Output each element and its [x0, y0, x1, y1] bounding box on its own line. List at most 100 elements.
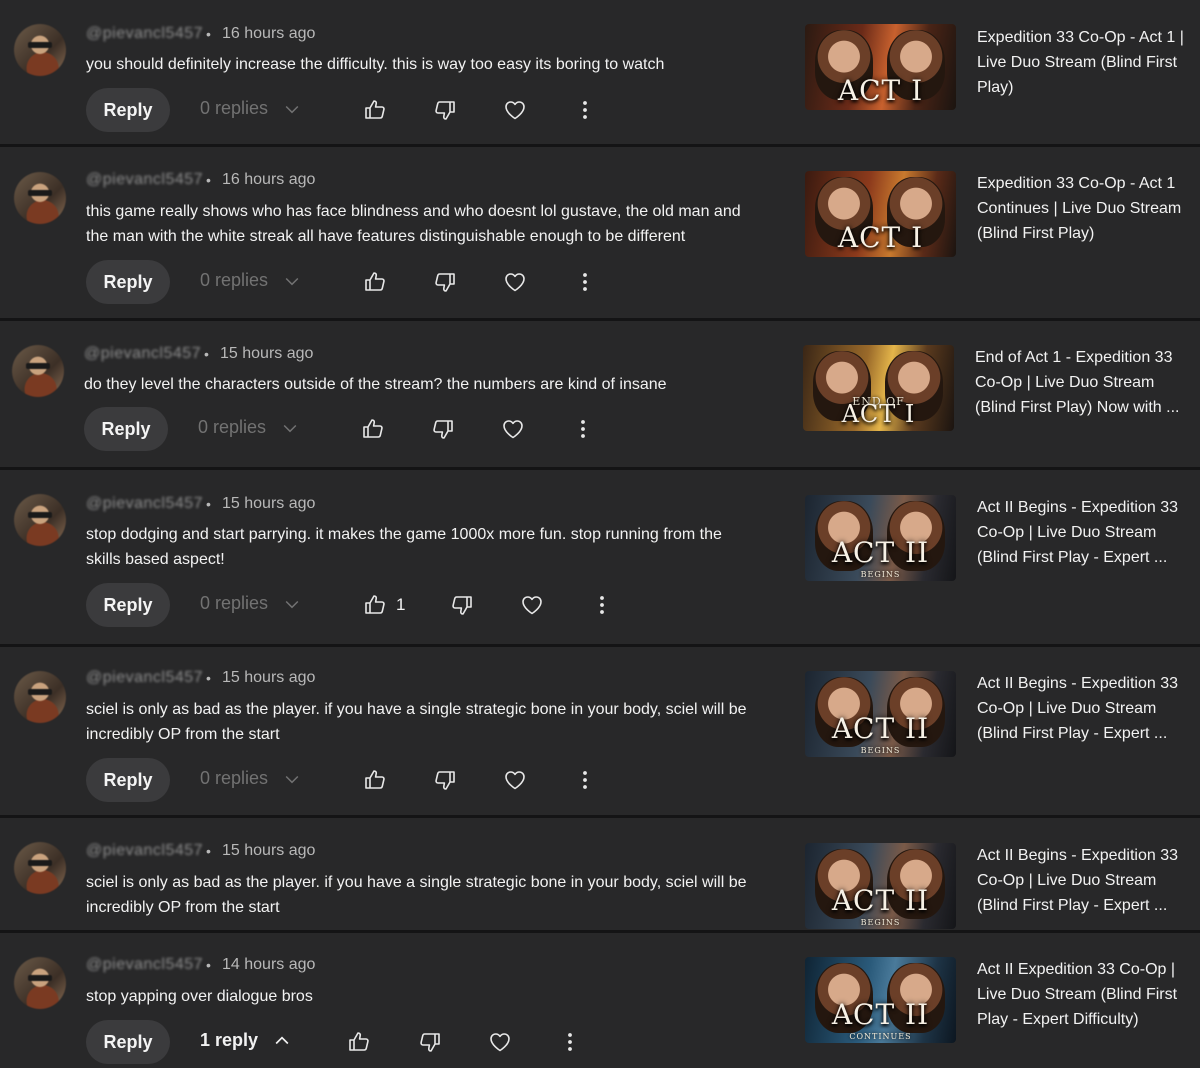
heart-icon[interactable] — [520, 593, 544, 617]
comment-author-handle[interactable]: @pievancl5457 — [84, 345, 201, 363]
meta-separator: • — [206, 172, 211, 188]
heart-icon[interactable] — [488, 1030, 512, 1054]
chevron-down-icon — [280, 418, 300, 438]
comment-timestamp[interactable]: 15 hours ago — [222, 842, 315, 860]
comment-row: @pievancl5457 • 14 hours ago stop yapping o… — [0, 933, 1200, 1068]
video-thumbnail[interactable]: ACT II BEGINS — [805, 495, 956, 581]
comment-author-handle[interactable]: @pievancl5457 — [86, 956, 203, 974]
comment-timestamp[interactable]: 15 hours ago — [222, 495, 315, 513]
replies-count: 0 replies — [200, 593, 269, 613]
video-thumbnail[interactable]: ACT I — [805, 24, 956, 110]
avatar[interactable] — [14, 842, 66, 894]
meta-separator: • — [206, 26, 211, 42]
thumbnail-act-text: ACT II — [831, 884, 930, 917]
more-options-icon[interactable] — [558, 1030, 582, 1054]
chevron-up-icon — [272, 1031, 292, 1051]
video-title-link[interactable]: Act II Begins - Expedition 33 Co-Op | Li… — [977, 671, 1187, 746]
thumbnail-act-text: ACT I — [841, 400, 916, 428]
comment-timestamp[interactable]: 16 hours ago — [222, 171, 315, 189]
comment-row: @pievancl5457 • 15 hours ago stop dodging a… — [0, 470, 1200, 644]
thumbs-up-icon[interactable] — [363, 768, 387, 792]
thumbs-down-icon[interactable] — [433, 270, 457, 294]
reply-button[interactable]: Reply — [86, 88, 170, 132]
replies-toggle[interactable]: 0 replies — [200, 98, 302, 119]
comment-text-line: sciel is only as bad as the player. if y… — [86, 874, 747, 891]
more-options-icon[interactable] — [573, 768, 597, 792]
avatar[interactable] — [14, 671, 66, 723]
comment-author-handle[interactable]: @pievancl5457 — [86, 25, 203, 43]
chevron-down-icon — [282, 271, 302, 291]
video-thumbnail[interactable]: ACT I — [805, 171, 956, 257]
more-options-icon[interactable] — [571, 417, 595, 441]
comment-timestamp[interactable]: 15 hours ago — [220, 345, 313, 363]
thumbnail-act-text: ACT II — [831, 536, 930, 569]
reply-button[interactable]: Reply — [86, 1020, 170, 1064]
heart-icon[interactable] — [503, 98, 527, 122]
video-title-link[interactable]: Act II Begins - Expedition 33 Co-Op | Li… — [977, 495, 1187, 570]
thumbs-down-icon[interactable] — [433, 98, 457, 122]
comment-timestamp[interactable]: 15 hours ago — [222, 669, 315, 687]
avatar[interactable] — [14, 172, 66, 224]
comment-author-handle[interactable]: @pievancl5457 — [86, 669, 203, 687]
thumbs-up-icon[interactable] — [363, 593, 387, 617]
thumbnail-subtext: CONTINUES — [849, 1032, 912, 1041]
thumbs-down-icon[interactable] — [431, 417, 455, 441]
video-title-link[interactable]: Expedition 33 Co-Op - Act 1 | Live Duo S… — [977, 25, 1187, 100]
replies-count: 1 reply — [200, 1030, 259, 1050]
comment-author-handle[interactable]: @pievancl5457 — [86, 171, 203, 189]
comment-timestamp[interactable]: 16 hours ago — [222, 25, 315, 43]
video-title-link[interactable]: End of Act 1 - Expedition 33 Co-Op | Liv… — [975, 345, 1185, 420]
thumbnail-act-text: ACT I — [837, 74, 924, 107]
more-options-icon[interactable] — [573, 98, 597, 122]
reply-button[interactable]: Reply — [86, 260, 170, 304]
reply-button[interactable]: Reply — [84, 407, 168, 451]
heart-icon[interactable] — [503, 768, 527, 792]
video-thumbnail[interactable]: ACT II BEGINS — [805, 843, 956, 929]
comment-row: @pievancl5457 • 16 hours ago you should def… — [0, 0, 1200, 144]
video-title-link[interactable]: Act II Expedition 33 Co-Op | Live Duo St… — [977, 957, 1187, 1032]
video-thumbnail[interactable]: ACT II BEGINS — [805, 671, 956, 757]
avatar[interactable] — [14, 24, 66, 76]
meta-separator: • — [206, 670, 211, 686]
thumbs-up-icon[interactable] — [363, 98, 387, 122]
avatar[interactable] — [14, 957, 66, 1009]
meta-separator: • — [206, 496, 211, 512]
thumbs-down-icon[interactable] — [450, 593, 474, 617]
heart-icon[interactable] — [501, 417, 525, 441]
replies-count: 0 replies — [198, 417, 267, 437]
replies-toggle[interactable]: 0 replies — [200, 270, 302, 291]
video-thumbnail[interactable]: ACT II CONTINUES — [805, 957, 956, 1043]
heart-icon[interactable] — [503, 270, 527, 294]
chevron-down-icon — [282, 769, 302, 789]
avatar[interactable] — [12, 345, 64, 397]
chevron-down-icon — [282, 594, 302, 614]
comment-row: @pievancl5457 • 15 hours ago sciel is only … — [0, 647, 1200, 815]
comment-timestamp[interactable]: 14 hours ago — [222, 956, 315, 974]
replies-toggle[interactable]: 0 replies — [200, 768, 302, 789]
reply-button[interactable]: Reply — [86, 758, 170, 802]
thumbs-up-icon[interactable] — [363, 270, 387, 294]
more-options-icon[interactable] — [573, 270, 597, 294]
replies-count: 0 replies — [200, 98, 269, 118]
video-title-link[interactable]: Expedition 33 Co-Op - Act 1 Continues | … — [977, 171, 1187, 246]
more-options-icon[interactable] — [590, 593, 614, 617]
replies-toggle[interactable]: 1 reply — [200, 1030, 292, 1051]
avatar[interactable] — [14, 494, 66, 546]
thumbs-down-icon[interactable] — [433, 768, 457, 792]
comment-text-line: this game really shows who has face blin… — [86, 203, 741, 220]
video-thumbnail[interactable]: END OF ACT I — [803, 345, 954, 431]
replies-toggle[interactable]: 0 replies — [200, 593, 302, 614]
comment-text-line: skills based aspect! — [86, 551, 225, 568]
comment-text-line: stop dodging and start parrying. it make… — [86, 526, 722, 543]
thumbs-up-icon[interactable] — [347, 1030, 371, 1054]
comment-text-line: stop yapping over dialogue bros — [86, 988, 313, 1005]
video-title-link[interactable]: Act II Begins - Expedition 33 Co-Op | Li… — [977, 843, 1187, 918]
reply-button[interactable]: Reply — [86, 583, 170, 627]
thumbs-down-icon[interactable] — [418, 1030, 442, 1054]
comment-author-handle[interactable]: @pievancl5457 — [86, 495, 203, 513]
thumbnail-subtext: BEGINS — [860, 918, 901, 927]
thumbnail-act-text: ACT I — [837, 221, 924, 254]
thumbs-up-icon[interactable] — [361, 417, 385, 441]
replies-toggle[interactable]: 0 replies — [198, 417, 300, 438]
comment-author-handle[interactable]: @pievancl5457 — [86, 842, 203, 860]
